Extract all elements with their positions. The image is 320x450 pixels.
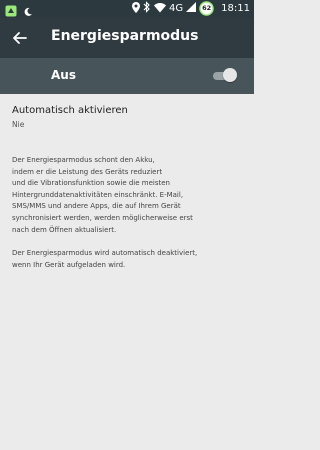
status-bar: 4G 62 18:11 [0, 0, 254, 18]
battery-level: 62 [202, 4, 212, 12]
network-type: 4G [169, 3, 184, 14]
status-time: 18:11 [221, 3, 250, 14]
battery-saver-toggle[interactable] [211, 68, 237, 84]
content-area: Automatisch aktivieren Nie Der Energiesp… [12, 104, 248, 283]
signal-icon [186, 2, 197, 15]
location-icon [132, 1, 141, 16]
description: Der Energiesparmodus schont den Akku, in… [12, 155, 248, 271]
bluetooth-icon [143, 1, 151, 16]
master-switch-label: Aus [51, 68, 76, 82]
auto-activate-preference[interactable]: Automatisch aktivieren Nie [12, 104, 248, 130]
arrow-back-icon[interactable] [10, 28, 30, 48]
master-switch-bar[interactable]: Aus [0, 58, 254, 94]
battery-icon: 62 [199, 1, 214, 16]
description-paragraph-1: Der Energiesparmodus schont den Akku, in… [12, 156, 193, 234]
preference-summary: Nie [12, 120, 25, 129]
toggle-thumb [223, 68, 237, 82]
description-paragraph-2: Der Energiesparmodus wird automatisch de… [12, 249, 198, 269]
preference-title: Automatisch aktivieren [12, 105, 128, 116]
page-title: Energiesparmodus [51, 28, 199, 44]
wifi-icon [154, 2, 167, 16]
app-bar: Energiesparmodus [0, 18, 254, 58]
